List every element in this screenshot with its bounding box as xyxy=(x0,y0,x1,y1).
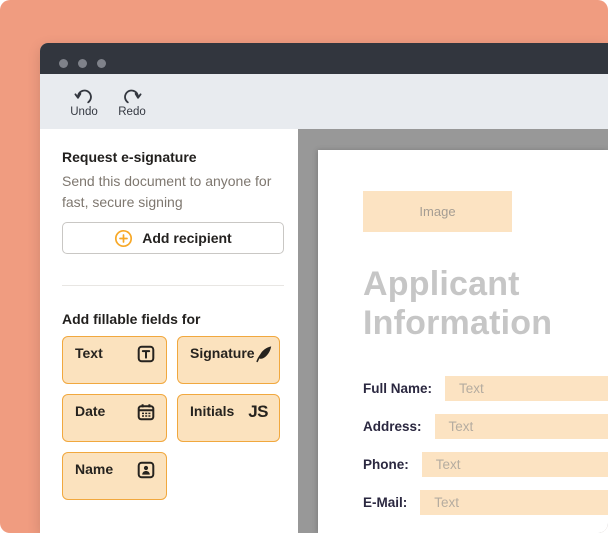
field-button-label: Text xyxy=(75,345,103,361)
add-recipient-button[interactable]: Add recipient xyxy=(62,222,284,254)
person-badge-icon xyxy=(137,461,155,482)
sidebar: Request e-signature Send this document t… xyxy=(40,129,298,533)
text-input-field[interactable]: Text xyxy=(422,452,608,477)
field-button-label: Initials xyxy=(190,403,234,419)
redo-label: Redo xyxy=(118,106,146,118)
window-dot-icon[interactable] xyxy=(97,59,106,68)
form-label: Full Name: xyxy=(363,376,432,401)
form-label: E-Mail: xyxy=(363,490,407,515)
text-input-field[interactable]: Text xyxy=(435,414,608,439)
image-placeholder-label: Image xyxy=(419,204,455,219)
undo-icon xyxy=(73,87,95,105)
main-content: Request e-signature Send this document t… xyxy=(40,129,608,533)
feather-icon xyxy=(255,345,273,366)
sidebar-title: Request e-signature xyxy=(62,149,284,165)
window-dot-icon[interactable] xyxy=(59,59,68,68)
calendar-icon xyxy=(137,403,155,424)
sidebar-divider xyxy=(62,285,284,286)
field-button-text[interactable]: Text xyxy=(62,336,167,384)
field-button-label: Name xyxy=(75,461,113,477)
form-row-full-name: Full Name: Text xyxy=(363,376,608,401)
fillable-field-buttons: Text Signature xyxy=(62,336,284,500)
document-viewer: Image Applicant Information Full Name: T… xyxy=(298,129,608,533)
text-input-field[interactable]: Text xyxy=(445,376,608,401)
editor-toolbar: Undo Redo xyxy=(40,74,608,129)
form-label: Phone: xyxy=(363,452,409,477)
redo-button[interactable]: Redo xyxy=(109,85,155,118)
window-dot-icon[interactable] xyxy=(78,59,87,68)
undo-label: Undo xyxy=(70,106,98,118)
form-row-address: Address: Text xyxy=(363,414,608,439)
field-button-date[interactable]: Date xyxy=(62,394,167,442)
field-button-name[interactable]: Name xyxy=(62,452,167,500)
plus-circle-icon xyxy=(114,229,133,248)
image-placeholder[interactable]: Image xyxy=(363,191,512,232)
field-button-initials[interactable]: Initials JS xyxy=(177,394,280,442)
document-heading: Applicant Information xyxy=(363,265,608,343)
text-field-icon xyxy=(137,345,155,366)
field-button-label: Date xyxy=(75,403,105,419)
coral-background-card: Undo Redo xyxy=(0,0,608,533)
field-button-signature[interactable]: Signature xyxy=(177,336,280,384)
document-heading-line2: Information xyxy=(363,304,608,343)
document-heading-line1: Applicant xyxy=(363,265,608,304)
field-button-label: Signature xyxy=(190,345,255,361)
fillable-fields-title: Add fillable fields for xyxy=(62,311,284,327)
document-form: Full Name: Text Address: Text Phone: Tex… xyxy=(363,376,608,515)
form-row-email: E-Mail: Text xyxy=(363,490,608,515)
text-input-field[interactable]: Text xyxy=(420,490,608,515)
undo-button[interactable]: Undo xyxy=(61,85,107,118)
window-controls xyxy=(59,59,106,68)
redo-icon xyxy=(121,87,143,105)
add-recipient-label: Add recipient xyxy=(142,230,231,246)
window-titlebar xyxy=(40,43,608,74)
document-page: Image Applicant Information Full Name: T… xyxy=(318,150,608,533)
form-label: Address: xyxy=(363,414,422,439)
initials-glyph: JS xyxy=(248,403,268,421)
screenshot-canvas: Undo Redo xyxy=(0,0,608,536)
sidebar-description: Send this document to anyone for fast, s… xyxy=(62,171,284,213)
form-row-phone: Phone: Text xyxy=(363,452,608,477)
app-window: Undo Redo xyxy=(40,43,608,533)
